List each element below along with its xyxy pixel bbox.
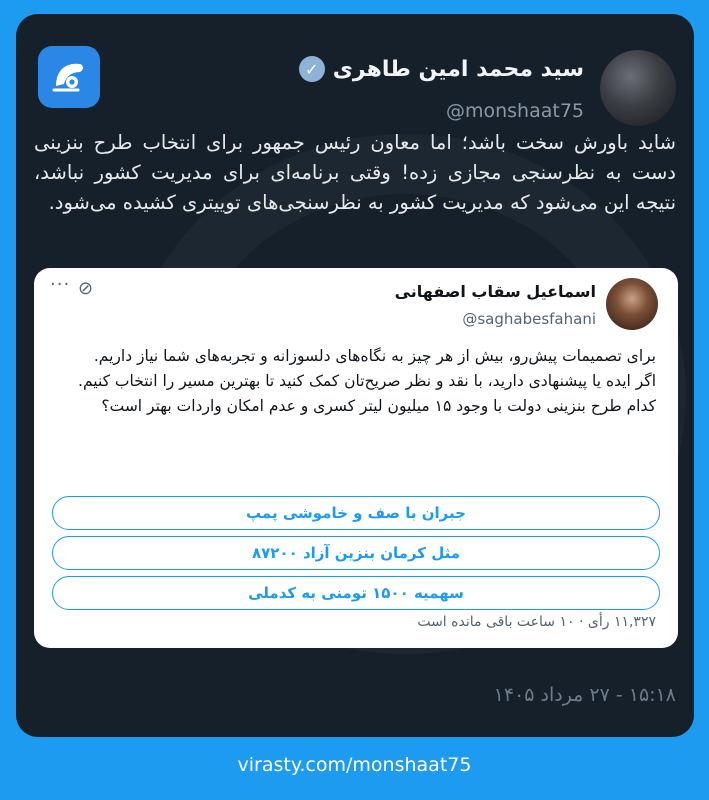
- post-card: سید محمد امین طاهری ✓ @monshaat75 شاید ب…: [16, 14, 694, 737]
- poll-option[interactable]: جبران با صف و خاموشی پمپ: [52, 496, 660, 530]
- footer-url-link[interactable]: virasty.com/monshaat75: [0, 754, 709, 776]
- quoted-post-text: برای تصمیمات پیش‌رو، بیش از هر چیز به نگ…: [56, 344, 656, 419]
- post-text: شاید باورش سخت باشد؛ اما معاون رئیس جمهو…: [34, 131, 676, 214]
- poll: جبران با صف و خاموشی پمپ مثل کرمان بنزین…: [52, 496, 660, 616]
- grok-icon[interactable]: ⊘: [78, 278, 93, 299]
- poll-footer: ۱۱,۳۲۷ رأی · ۱۰ ساعت باقی مانده است: [417, 614, 656, 630]
- author-name-row: سید محمد امین طاهری ✓: [298, 56, 584, 82]
- quoted-author-handle[interactable]: @saghabesfahani: [462, 310, 596, 328]
- post-timestamp: ۱۵:۱۸ - ۲۷ مرداد ۱۴۰۵: [493, 684, 676, 706]
- quoted-author-avatar[interactable]: [606, 278, 658, 330]
- author-name[interactable]: سید محمد امین طاهری: [333, 57, 584, 82]
- app-logo-icon: [38, 46, 100, 108]
- more-options-icon[interactable]: ···: [50, 274, 70, 295]
- quoted-paragraph: اگر ایده یا پیشنهادی دارید، با نقد و نظر…: [78, 372, 656, 390]
- poll-option[interactable]: سهمیه ۱۵۰۰ تومنی به کدملی: [52, 576, 660, 610]
- author-avatar[interactable]: [600, 50, 676, 126]
- author-handle[interactable]: @monshaat75: [446, 100, 584, 122]
- quoted-paragraph: کدام طرح بنزینی دولت با وجود ۱۵ میلیون ل…: [101, 397, 656, 415]
- quoted-author-name[interactable]: اسماعیل سقاب اصفهانی: [395, 282, 596, 301]
- verified-badge-icon: ✓: [298, 56, 325, 82]
- poll-option[interactable]: مثل کرمان بنزین آزاد ۸۷۲۰۰: [52, 536, 660, 570]
- quoted-post[interactable]: اسماعیل سقاب اصفهانی @saghabesfahani ⊘ ·…: [34, 268, 678, 648]
- quoted-paragraph: برای تصمیمات پیش‌رو، بیش از هر چیز به نگ…: [93, 347, 656, 365]
